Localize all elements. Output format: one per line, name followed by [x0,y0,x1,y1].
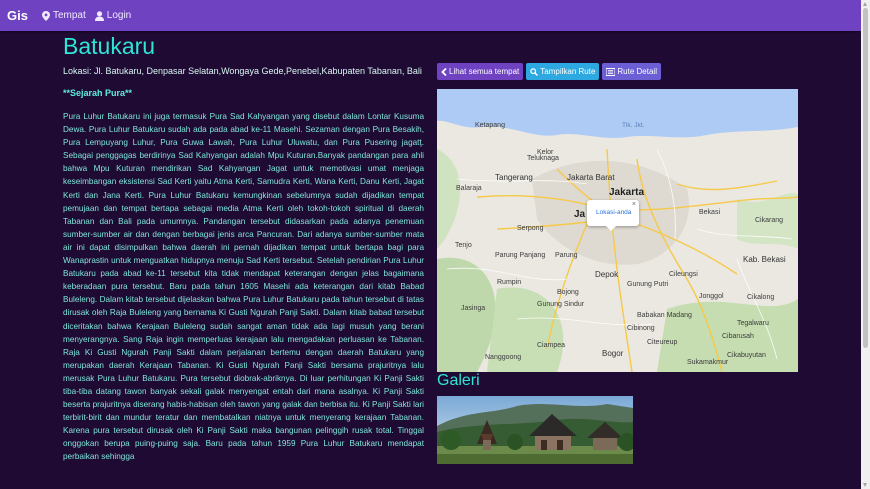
page-scrollbar[interactable] [861,0,870,489]
show-route-button[interactable]: Tampilkan Rute [526,63,600,80]
map-label-jakarta: Jakarta [609,187,645,198]
map-base [437,89,798,372]
map-action-buttons: Lihat semua tempat Tampilkan Rute Rute D… [437,63,661,80]
map-label-cikarang: Cikarang [755,217,784,224]
map-label-bojong: Bojong [557,289,579,296]
see-all-places-label: Lihat semua tempat [449,67,520,76]
map-label-cibarusah: Cibarusah [722,333,754,340]
map-label-tk-jkt: Tlk. Jkt. [622,122,645,129]
brand-logo[interactable]: Gis [7,8,28,23]
history-heading: **Sejarah Pura** [63,88,133,98]
map-label-citeureup: Citeureup [647,339,678,346]
map-label-babakan-madang: Babakan Madang [637,312,692,319]
map-label-tegalwaru: Tegalwaru [737,320,769,327]
map-label-tenjo: Tenjo [455,242,472,249]
gallery-heading: Galeri [437,372,480,389]
scrollbar-thumb[interactable] [863,8,868,348]
user-icon [94,10,104,21]
info-window-tail [606,226,616,231]
scroll-up-arrow-icon[interactable] [863,2,867,6]
map-label-sukamakmur: Sukamakmur [687,359,729,366]
map-label-balaraja: Balaraja [456,185,482,192]
map-label-jakarta-barat: Jakarta Barat [567,173,615,182]
map-label-cibinong: Cibinong [627,325,655,332]
route-detail-button[interactable]: Rute Detail [602,63,661,80]
page-title: Batukaru [63,33,156,59]
chevron-left-icon [441,67,447,76]
scroll-down-arrow-icon[interactable] [863,483,867,487]
location-text: Lokasi: Jl. Batukaru, Denpasar Selatan,W… [63,66,422,76]
map-label-serpong: Serpong [517,225,544,232]
map-label-cikabuyutan: Cikabuyutan [727,352,766,359]
see-all-places-button[interactable]: Lihat semua tempat [437,63,524,80]
nav-item-login[interactable]: Login [94,10,132,21]
map-label-ketapang: Ketapang [475,122,505,129]
map-label-depok: Depok [595,270,619,279]
map-label-jasinga: Jasinga [461,305,486,312]
map-label-bogor: Bogor [602,349,624,358]
map-label-gunung-putri: Gunung Putri [627,281,669,288]
navbar: Gis Tempat Login [0,0,861,31]
search-icon [530,67,539,76]
map[interactable]: Tlk. Jkt. Ketapang Kelor Teluknaga Tange… [437,89,798,372]
nav-item-tempat[interactable]: Tempat [41,10,86,21]
route-detail-label: Rute Detail [617,67,657,76]
map-label-rumpin: Rumpin [497,279,522,286]
map-label-nanggoong: Nanggoong [485,354,522,361]
list-icon [606,67,616,76]
map-marker-icon [41,10,50,21]
map-label-teluknaga: Teluknaga [527,155,559,162]
map-label-gunung-sindur: Gunung Sindur [537,301,585,308]
map-info-window[interactable]: Lokasi-anda × [587,200,639,231]
map-label-cileungsi: Cileungsi [669,271,698,278]
nav-item-tempat-label: Tempat [52,10,86,21]
map-label-parung: Parung [555,252,578,259]
map-label-jakarta-partial: Ja [574,209,586,220]
map-label-cikalong: Cikalong [747,294,775,301]
map-label-ciampea: Ciampea [537,342,566,349]
show-route-label: Tampilkan Rute [540,67,596,76]
map-label-kab-bekasi: Kab. Bekasi [743,255,786,264]
close-icon[interactable]: × [632,201,636,208]
temple-photo-image [437,396,633,464]
map-label-parung-panjang: Parung Panjang [495,252,546,259]
map-label-tangerang: Tangerang [495,173,533,182]
gallery-photo[interactable] [437,396,633,464]
nav-item-login-label: Login [106,10,132,21]
history-text: Pura Luhur Batukaru ini juga termasuk Pu… [63,112,424,462]
info-window-label: Lokasi-anda [596,209,632,216]
map-label-bekasi: Bekasi [699,209,721,216]
map-label-jonggol: Jonggol [699,293,724,300]
